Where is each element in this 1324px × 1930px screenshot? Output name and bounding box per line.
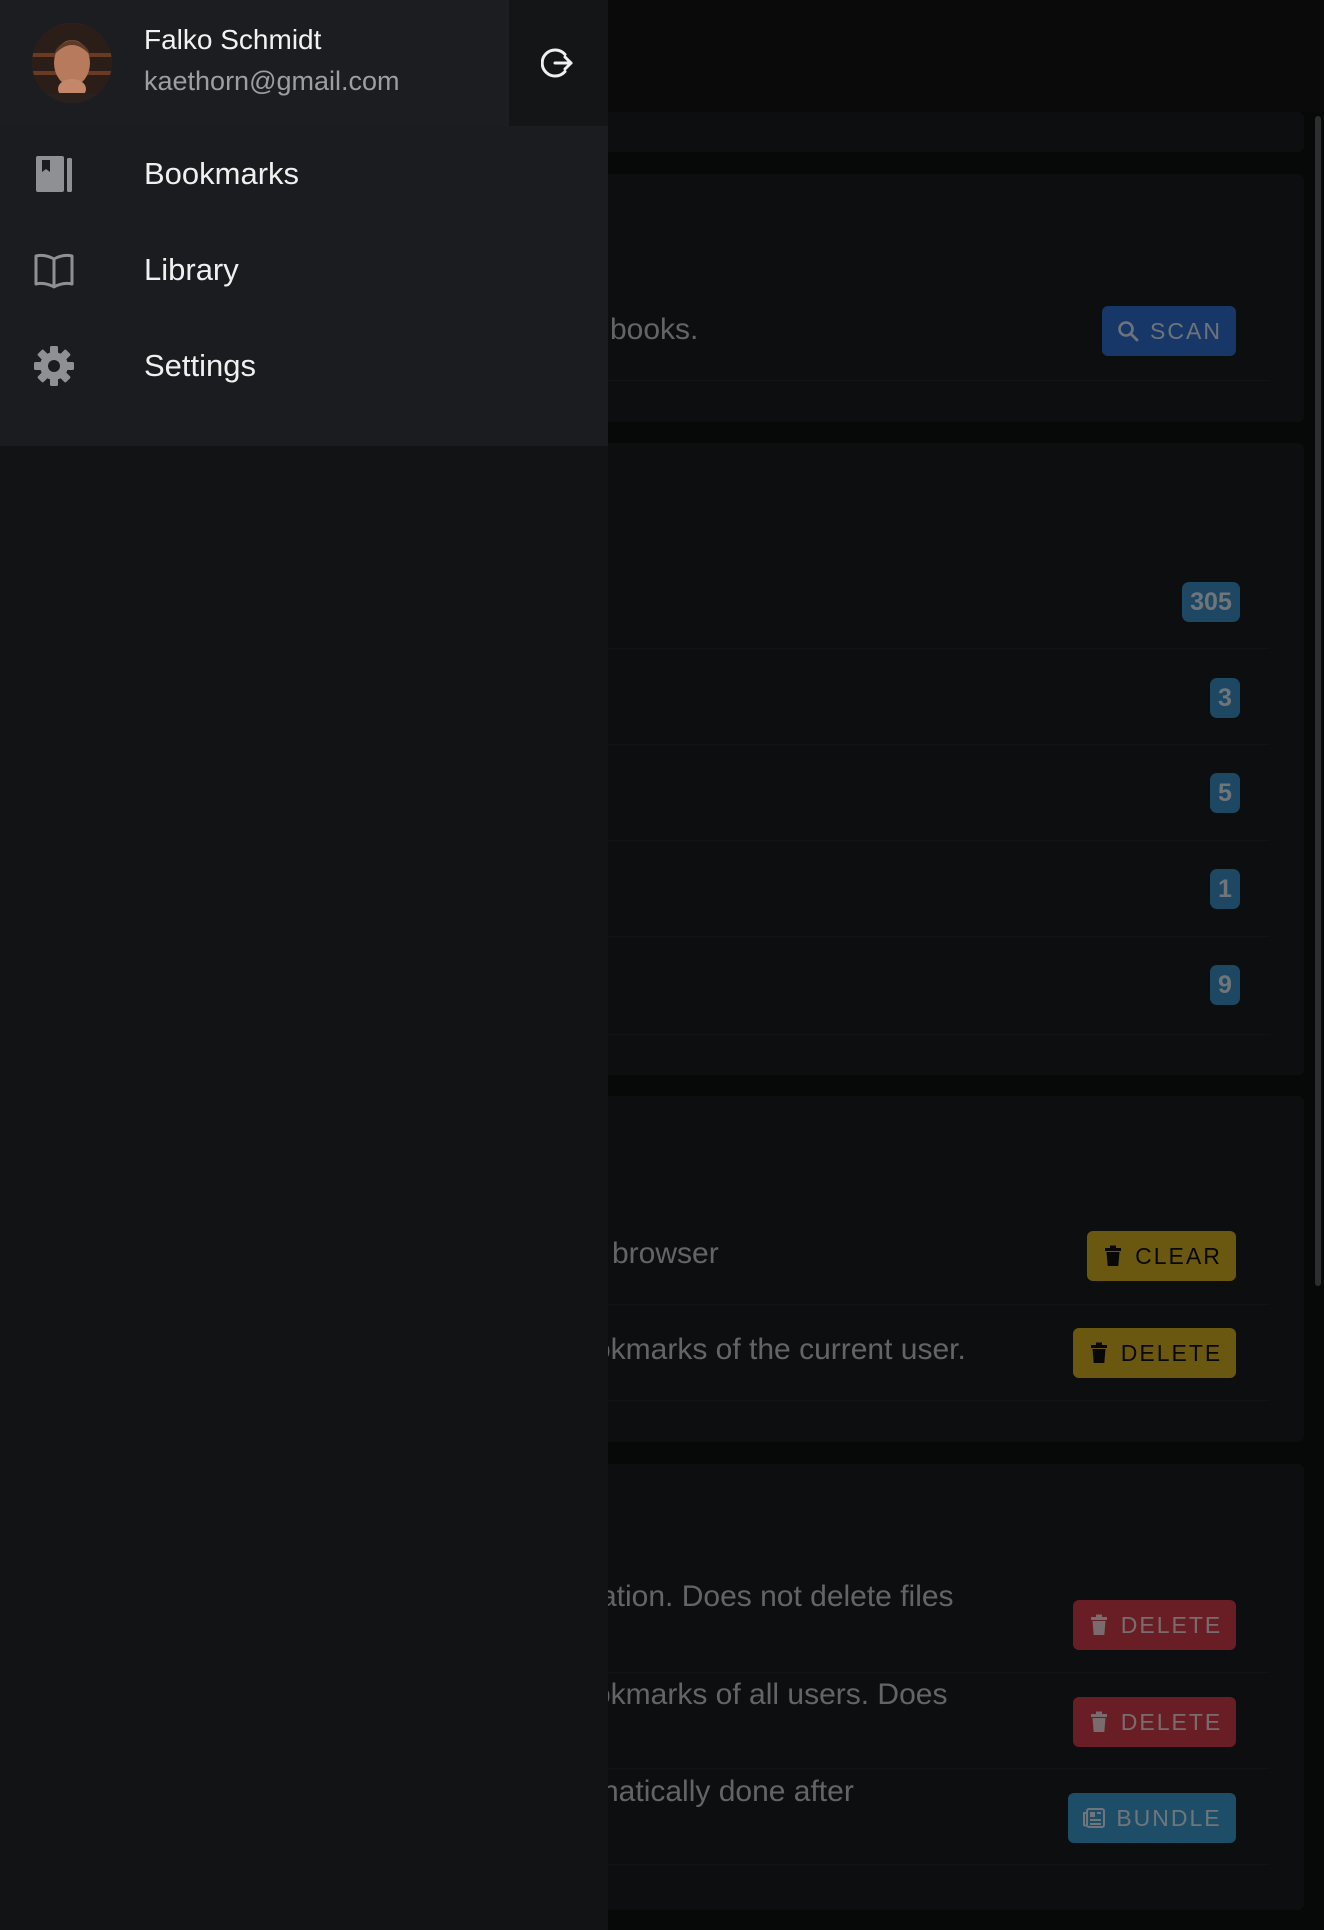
- logout-icon: [540, 48, 572, 78]
- nav-item-library[interactable]: Library: [0, 222, 608, 318]
- drawer-nav: Bookmarks Library Settings: [0, 126, 608, 446]
- user-email: kaethorn@gmail.com: [144, 66, 400, 96]
- nav-label-library: Library: [144, 252, 239, 287]
- nav-label-settings: Settings: [144, 348, 257, 383]
- user-name: Falko Schmidt: [144, 24, 322, 55]
- nav-label-bookmarks: Bookmarks: [144, 156, 300, 191]
- bookmark-book-icon: [36, 156, 72, 192]
- drawer-header: Falko Schmidt kaethorn@gmail.com: [0, 0, 608, 126]
- logout-button[interactable]: [509, 0, 608, 126]
- nav-drawer: Falko Schmidt kaethorn@gmail.com Bookmar…: [0, 0, 608, 1930]
- gear-icon: [34, 346, 74, 386]
- nav-item-settings[interactable]: Settings: [0, 318, 608, 414]
- nav-item-bookmarks[interactable]: Bookmarks: [0, 126, 608, 222]
- avatar: [32, 23, 112, 103]
- user-profile: Falko Schmidt kaethorn@gmail.com: [0, 0, 509, 126]
- open-book-icon: [34, 253, 74, 289]
